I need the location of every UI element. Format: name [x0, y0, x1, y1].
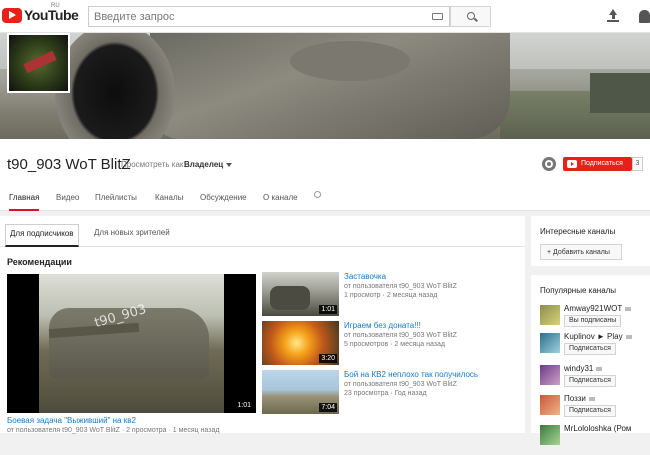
- popular-channels-panel: Популярные каналы Amway921WOT Вы подписа…: [531, 275, 650, 445]
- channel-item[interactable]: Kuplinov ► Play Подписаться: [540, 332, 650, 363]
- main-content: Для подписчиков Для новых зрителей Реком…: [0, 216, 525, 434]
- channel-item[interactable]: Amway921WOT Вы подписаны: [540, 304, 650, 335]
- verified-icon: [588, 396, 595, 401]
- interesting-channels-title: Интересные каналы: [540, 227, 616, 236]
- channel-name[interactable]: MrLololoshka (Ром: [564, 424, 631, 433]
- subscribe-button[interactable]: Подписаться: [563, 157, 632, 171]
- avatar[interactable]: [540, 425, 560, 445]
- channel-title: t90_903 WoT BlitZ: [7, 156, 131, 173]
- channel-item[interactable]: MrLololoshka (Ром: [540, 424, 650, 455]
- top-bar: YouTube RU Введите запрос: [0, 0, 650, 33]
- tab-discussion[interactable]: Обсуждение: [200, 193, 247, 211]
- add-channels-button[interactable]: + Добавить каналы: [540, 244, 622, 260]
- channel-item[interactable]: windy31 Подписаться: [540, 364, 650, 395]
- tab-playlists[interactable]: Плейлисты: [95, 193, 137, 211]
- avatar[interactable]: [540, 365, 560, 385]
- search-placeholder: Введите запрос: [94, 11, 175, 23]
- search-button[interactable]: [450, 6, 491, 27]
- tab-for-new-viewers[interactable]: Для новых зрителей: [90, 224, 174, 247]
- featured-video-player[interactable]: t90_903 1:01: [7, 274, 256, 413]
- tab-for-subscribers[interactable]: Для подписчиков: [5, 224, 79, 247]
- channel-item[interactable]: Поззи Подписаться: [540, 394, 650, 425]
- tab-channels[interactable]: Каналы: [155, 193, 183, 211]
- video-author[interactable]: от пользователя t90_903 WoT BlitZ: [344, 332, 457, 339]
- youtube-play-icon: [2, 8, 22, 23]
- subscriber-count: 3: [632, 157, 643, 171]
- verified-icon: [625, 334, 632, 339]
- video-age: 2 месяца назад: [386, 292, 438, 299]
- avatar[interactable]: [540, 305, 560, 325]
- logo-region: RU: [51, 3, 60, 9]
- video-age: 2 месяца назад: [394, 341, 445, 348]
- notifications-icon[interactable]: [639, 10, 650, 23]
- video-views: 1 просмотр: [344, 292, 381, 299]
- subscribe-button[interactable]: Подписаться: [564, 343, 616, 355]
- list-item[interactable]: 1:01 Заставочка от пользователя t90_903 …: [262, 272, 522, 316]
- video-title[interactable]: Бой на КВ2 неплохо так получилось: [344, 370, 478, 379]
- video-duration: 7:04: [319, 403, 337, 412]
- audience-tabs: Для подписчиков Для новых зрителей: [0, 216, 525, 247]
- video-author[interactable]: от пользователя t90_903 WoT BlitZ: [344, 283, 457, 290]
- subscribe-button[interactable]: Подписаться: [564, 405, 616, 417]
- video-duration: 3:20: [319, 354, 337, 363]
- search-icon: [467, 12, 475, 20]
- verified-icon: [596, 366, 603, 371]
- popular-channels-title: Популярные каналы: [540, 286, 617, 295]
- video-views: 23 просмотра: [344, 390, 389, 397]
- section-title: Рекомендации: [7, 257, 72, 267]
- gear-icon[interactable]: [542, 157, 556, 171]
- video-thumbnail[interactable]: 1:01: [262, 272, 339, 316]
- subscribe-label: Подписаться: [581, 160, 623, 167]
- search-icon[interactable]: [314, 191, 321, 198]
- channel-name[interactable]: Amway921WOT: [564, 304, 622, 313]
- video-thumbnail[interactable]: 3:20: [262, 321, 339, 365]
- channel-name[interactable]: windy31: [564, 364, 593, 373]
- view-as-dropdown[interactable]: Владелец: [184, 160, 233, 169]
- youtube-play-icon: [567, 160, 577, 168]
- featured-video-title[interactable]: Боевая задача "Выживший" на кв2: [7, 416, 136, 425]
- search-input[interactable]: Введите запрос: [88, 6, 450, 27]
- video-stats: 1 просмотр · 2 месяца назад: [344, 292, 438, 299]
- logo-text: YouTube: [24, 7, 79, 23]
- video-author[interactable]: от пользователя t90_903 WoT BlitZ: [344, 381, 457, 388]
- avatar[interactable]: [540, 395, 560, 415]
- channel-header: t90_903 WoT BlitZ Просмотреть как: Владе…: [0, 139, 650, 211]
- avatar[interactable]: [540, 333, 560, 353]
- list-item[interactable]: 3:20 Играем без доната!!! от пользовател…: [262, 321, 522, 365]
- verified-icon: [625, 306, 632, 311]
- view-as-label: Просмотреть как:: [121, 160, 186, 169]
- view-as-value: Владелец: [184, 160, 224, 169]
- chevron-down-icon: [226, 162, 233, 167]
- video-duration: 1:01: [319, 305, 337, 314]
- list-item[interactable]: 7:04 Бой на КВ2 неплохо так получилось о…: [262, 370, 522, 414]
- channel-banner: [0, 33, 650, 139]
- video-stats: 23 просмотра · Год назад: [344, 390, 427, 397]
- channel-name[interactable]: Kuplinov ► Play: [564, 332, 623, 341]
- youtube-logo[interactable]: YouTube RU: [2, 3, 79, 26]
- tab-about[interactable]: О канале: [263, 193, 298, 211]
- video-age: Год назад: [394, 390, 427, 397]
- video-views: 5 просмотров: [344, 341, 389, 348]
- channel-avatar[interactable]: [7, 33, 70, 93]
- tab-home[interactable]: Главная: [9, 193, 40, 211]
- channel-name[interactable]: Поззи: [564, 394, 586, 403]
- video-duration: 1:01: [235, 401, 253, 410]
- interesting-channels-panel: Интересные каналы + Добавить каналы: [531, 216, 650, 266]
- upload-icon[interactable]: [607, 9, 619, 23]
- video-thumbnail[interactable]: 7:04: [262, 370, 339, 414]
- subscribed-button[interactable]: Вы подписаны: [564, 315, 622, 327]
- video-title[interactable]: Играем без доната!!!: [344, 321, 421, 330]
- video-stats: 5 просмотров · 2 месяца назад: [344, 341, 445, 348]
- video-title[interactable]: Заставочка: [344, 272, 386, 281]
- tab-videos[interactable]: Видео: [56, 193, 79, 211]
- subscribe-button[interactable]: Подписаться: [564, 375, 616, 387]
- keyboard-icon[interactable]: [432, 13, 443, 20]
